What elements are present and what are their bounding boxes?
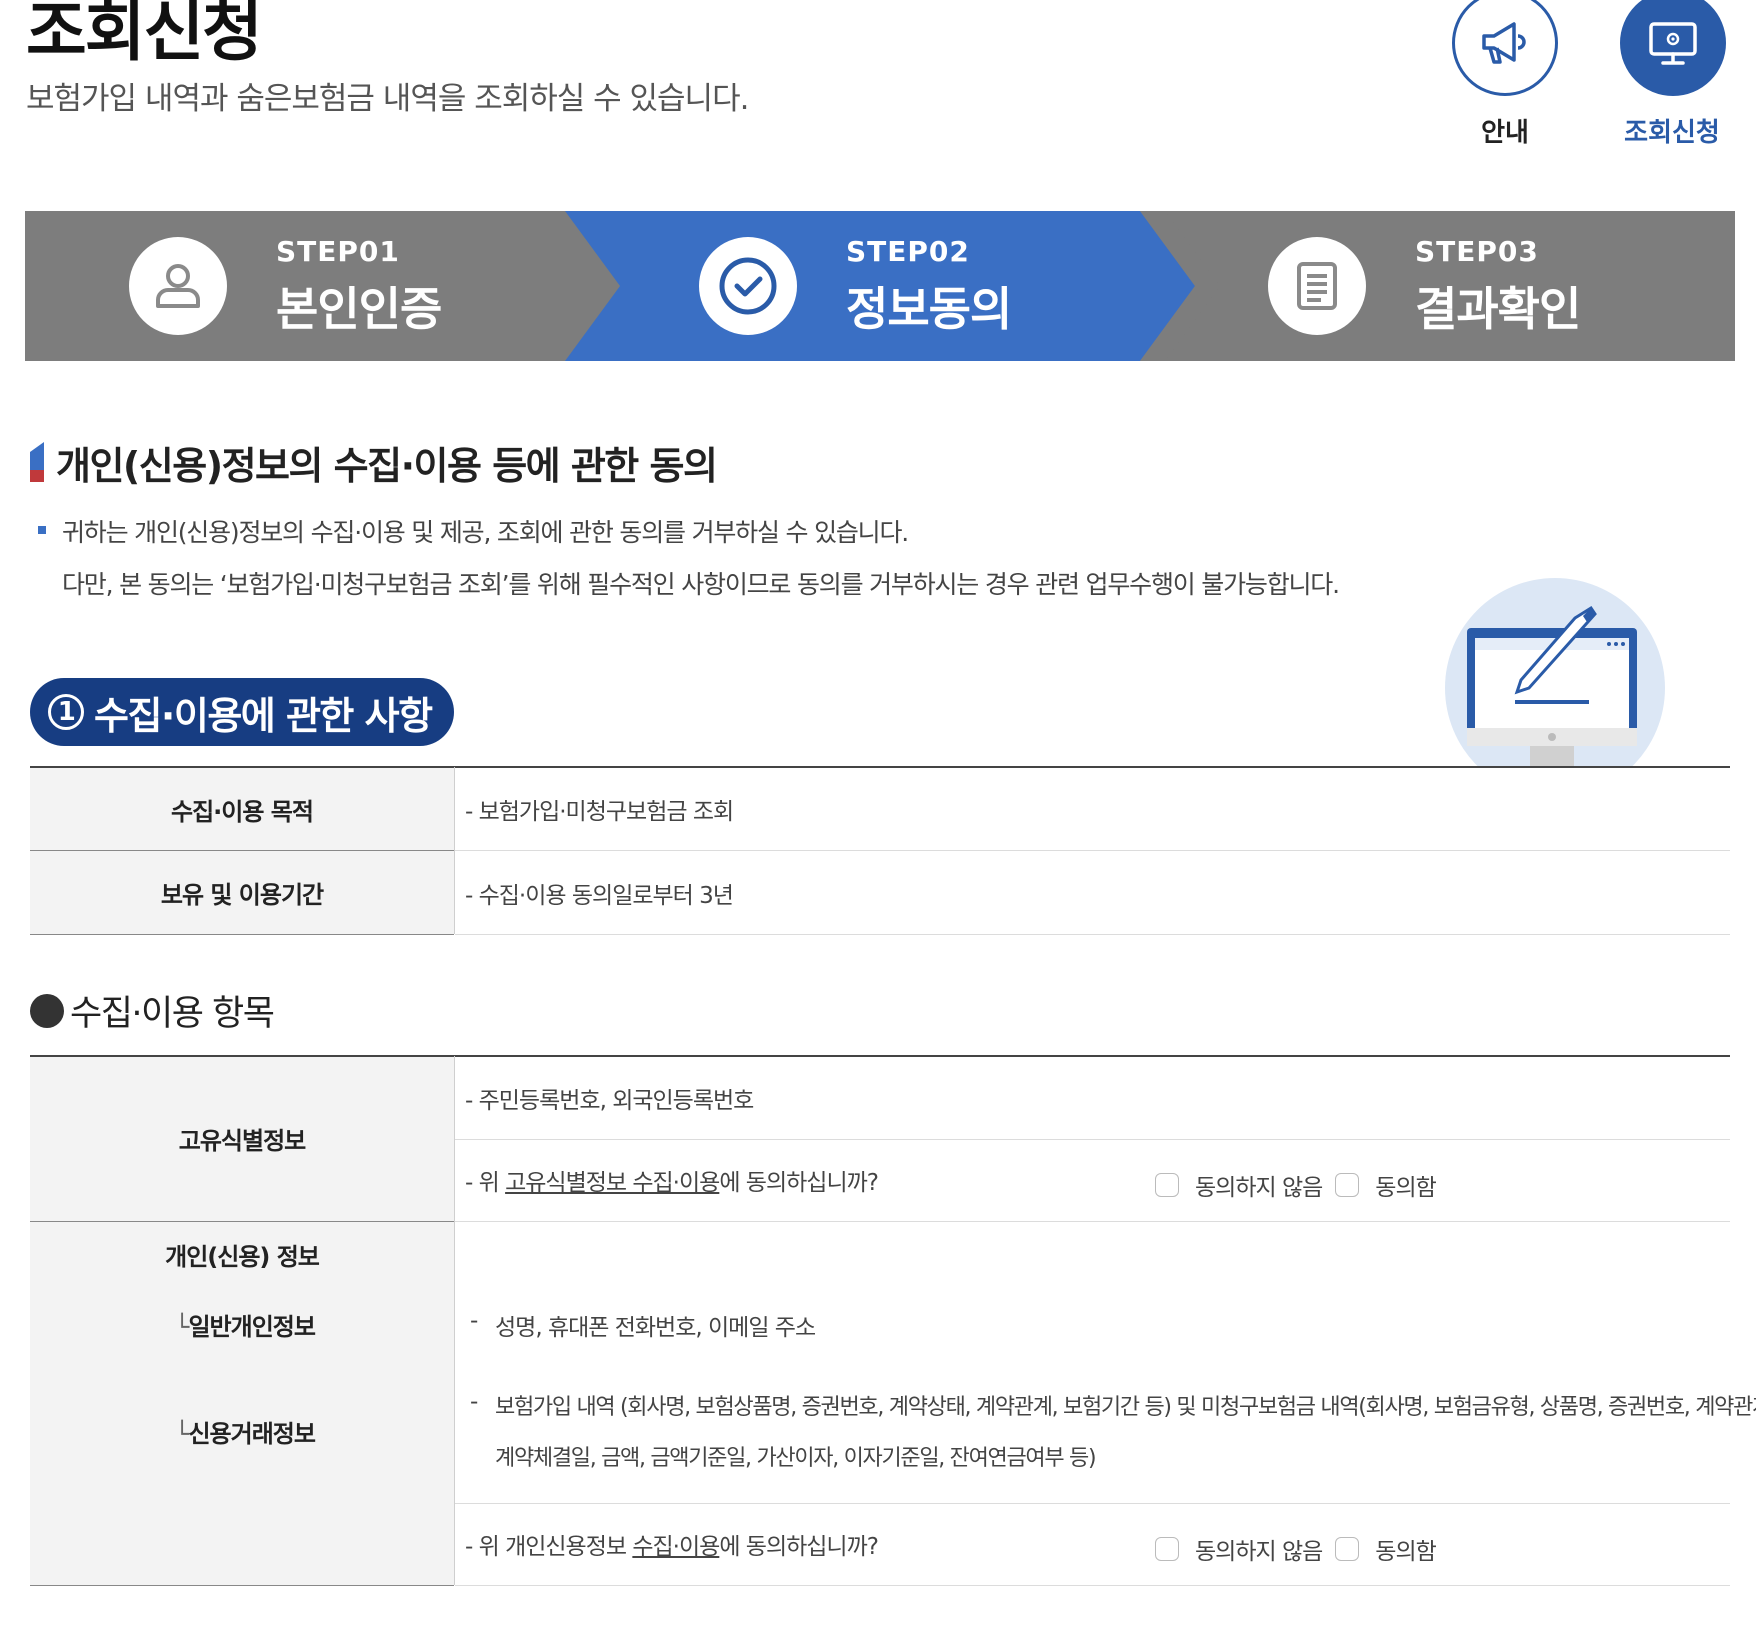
step3-name: 결과확인 — [1415, 282, 1581, 336]
credit-question-prefix: - 위 개인신용정보 — [465, 1534, 633, 1560]
unique-question-suffix: 에 동의하십니까? — [719, 1170, 879, 1196]
unique-info-label: 고유식별정보 — [30, 1056, 454, 1221]
notice-line-2: 다만, 본 동의는 ‘보험가입·미청구보험금 조회’를 위해 필수적인 사항이므… — [62, 570, 1340, 599]
unique-question-link[interactable]: 고유식별정보 수집·이용 — [505, 1163, 720, 1197]
step2-name: 정보동의 — [846, 282, 1012, 336]
document-icon — [1297, 262, 1337, 310]
table-row-divider — [455, 850, 1730, 851]
credit-info-label: 개인(신용) 정보 — [165, 1243, 320, 1271]
credit-info-sub1: └일반개인정보 — [175, 1313, 316, 1341]
credit-agree-checkbox[interactable] — [1335, 1537, 1360, 1561]
unique-agree-checkbox[interactable] — [1335, 1173, 1360, 1197]
purpose-label: 수집·이용 목적 — [30, 767, 454, 851]
credit-info-question-row: - 위 개인신용정보 수집·이용 에 동의하십니까? 동의하지 않음 동의함 — [455, 1503, 1730, 1585]
retention-value: - 수집·이용 동의일로부터 3년 — [465, 882, 734, 909]
unique-disagree-label[interactable]: 동의하지 않음 — [1195, 1168, 1323, 1202]
section1-pill: 1 수집·이용에 관한 사항 — [30, 678, 454, 746]
user-icon — [156, 264, 200, 308]
items-table-bottom-border — [455, 1585, 1730, 1586]
step1-circle — [129, 237, 227, 335]
items-table-bottom-border — [30, 1585, 454, 1586]
unique-info-question-row: - 위 고유식별정보 수집·이용 에 동의하십니까? 동의하지 않음 동의함 — [455, 1139, 1730, 1221]
notice-bullet — [38, 526, 46, 534]
unique-question-prefix: - 위 — [465, 1170, 506, 1196]
credit-info-values: - 성명, 휴대폰 전화번호, 이메일 주소 - 보험가입 내역 (회사명, 보… — [455, 1222, 1756, 1503]
credit-disagree-label[interactable]: 동의하지 않음 — [1195, 1532, 1323, 1566]
check-circle-icon — [719, 257, 777, 315]
inquiry-label[interactable]: 조회신청 — [1602, 112, 1742, 149]
credit-info-header-cell: 개인(신용) 정보 └일반개인정보 └신용거래정보 — [30, 1222, 454, 1585]
inquiry-button[interactable] — [1620, 0, 1726, 96]
unique-disagree-checkbox[interactable] — [1155, 1173, 1179, 1197]
section-marker-icon — [30, 442, 44, 482]
general-info-value: 성명, 휴대폰 전화번호, 이메일 주소 — [495, 1315, 816, 1341]
retention-label: 보유 및 이용기간 — [30, 851, 454, 934]
monitor-icon — [1649, 22, 1697, 65]
purpose-value: - 보험가입·미청구보험금 조회 — [465, 799, 734, 825]
items-heading-text: 수집·이용 항목 — [70, 994, 275, 1034]
guide-label[interactable]: 안내 — [1435, 112, 1575, 149]
section-title: 개인(신용)정보의 수집·이용 등에 관한 동의 — [56, 443, 718, 488]
section-heading: 개인(신용)정보의 수집·이용 등에 관한 동의 — [30, 439, 718, 488]
items-heading: 수집·이용 항목 — [30, 985, 275, 1036]
items-row-divider — [455, 1139, 1730, 1140]
credit-info-value-line1: 보험가입 내역 (회사명, 보험상품명, 증권번호, 계약상태, 계약관계, 보… — [495, 1395, 1756, 1420]
credit-question-suffix: 에 동의하십니까? — [719, 1534, 879, 1560]
pill-label: 수집·이용에 관한 사항 — [94, 693, 433, 738]
unique-agree-label[interactable]: 동의함 — [1375, 1168, 1436, 1202]
step3-circle — [1268, 237, 1366, 335]
table-bottom-border — [455, 934, 1730, 935]
value2-dash: - — [470, 1389, 478, 1415]
pill-number: 1 — [48, 694, 84, 730]
items-row-divider — [455, 1503, 1730, 1504]
value1-dash: - — [470, 1308, 478, 1334]
circle-bullet-icon — [30, 993, 64, 1028]
guide-button[interactable] — [1452, 0, 1558, 96]
items-row-divider — [30, 1221, 454, 1222]
step2-code: STEP02 — [846, 235, 970, 268]
unique-info-value: - 주민등록번호, 외국인등록번호 — [465, 1087, 754, 1114]
credit-info-sub2: └신용거래정보 — [175, 1420, 316, 1448]
notice-line-1: 귀하는 개인(신용)정보의 수집·이용 및 제공, 조회에 관한 동의를 거부하… — [62, 518, 909, 547]
items-row-divider — [455, 1221, 1730, 1222]
items-table-top-border — [30, 1055, 1730, 1057]
page-subtitle: 보험가입 내역과 숨은보험금 내역을 조회하실 수 있습니다. — [26, 81, 749, 117]
credit-agree-label[interactable]: 동의함 — [1375, 1532, 1436, 1566]
page-title: 조회신청 — [26, 0, 263, 70]
table-top-border — [30, 766, 1730, 768]
items-column-divider — [454, 1056, 455, 1585]
table-bottom-border — [30, 934, 454, 935]
step-progress-bar: STEP01 본인인증 STEP02 정보동의 STEP03 결과확인 — [25, 211, 1735, 361]
megaphone-icon — [1482, 22, 1526, 64]
step2-circle — [699, 237, 797, 335]
step3-code: STEP03 — [1415, 235, 1539, 268]
table-column-divider — [454, 767, 455, 934]
credit-question-link[interactable]: 수집·이용 — [632, 1527, 720, 1561]
credit-disagree-checkbox[interactable] — [1155, 1537, 1179, 1561]
computer-illustration-icon — [1445, 578, 1665, 766]
step1-code: STEP01 — [276, 235, 400, 268]
credit-info-value-line2: 계약체결일, 금액, 금액기준일, 가산이자, 이자기준일, 잔여연금여부 등) — [495, 1446, 1097, 1471]
table-row-divider — [30, 850, 454, 851]
step1-name: 본인인증 — [276, 282, 442, 336]
